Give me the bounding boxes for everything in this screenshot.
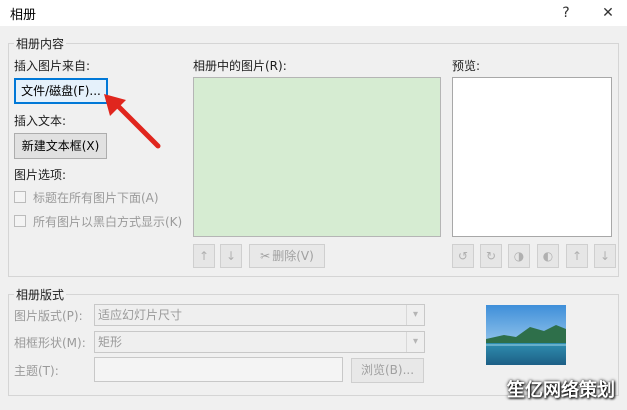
- album-content-group-label: 相册内容: [14, 35, 67, 52]
- album-layout-group-label: 相册版式: [14, 286, 67, 303]
- contrast-up-icon: ◑: [513, 249, 525, 263]
- file-disk-button[interactable]: 文件/磁盘(F)...: [14, 78, 108, 104]
- caption-below-checkbox[interactable]: [14, 191, 26, 203]
- landscape-image: [486, 305, 566, 365]
- close-icon: ✕: [602, 5, 614, 21]
- pictures-in-album-label: 相册中的图片(R):: [193, 59, 287, 73]
- remove-button[interactable]: ✂ 删除(V): [249, 244, 325, 268]
- window-title: 相册: [10, 8, 37, 23]
- pictures-in-album-list[interactable]: [193, 77, 441, 237]
- preview-label: 预览:: [452, 59, 481, 73]
- rotate-left-icon: ↺: [457, 249, 469, 263]
- insert-text-label: 插入文本:: [14, 114, 67, 128]
- close-button[interactable]: ✕: [594, 0, 622, 26]
- up-arrow-icon: ↑: [198, 249, 210, 263]
- title-bar: [0, 0, 627, 26]
- brightness-down-button[interactable]: ↓: [594, 244, 616, 268]
- preview-pane: [452, 77, 612, 237]
- watermark-text: 笙亿网络策划: [507, 380, 615, 401]
- move-up-button[interactable]: ↑: [193, 244, 215, 268]
- rotate-right-icon: ↻: [485, 249, 497, 263]
- picture-layout-value: 适应幻灯片尺寸: [98, 308, 183, 322]
- layout-preview-thumbnail: [486, 305, 566, 365]
- move-down-button[interactable]: ↓: [220, 244, 242, 268]
- browse-button[interactable]: 浏览(B)...: [351, 358, 424, 383]
- rotate-right-button[interactable]: ↻: [480, 244, 502, 268]
- picture-options-label: 图片选项:: [14, 168, 67, 182]
- frame-shape-label: 相框形状(M):: [14, 336, 86, 350]
- caption-below-label: 标题在所有图片下面(A): [33, 191, 159, 205]
- frame-shape-value: 矩形: [98, 335, 123, 349]
- brightness-up-icon: ↑: [571, 249, 583, 263]
- new-textbox-button[interactable]: 新建文本框(X): [14, 133, 107, 159]
- picture-layout-select[interactable]: 适应幻灯片尺寸 ▾: [94, 304, 425, 326]
- contrast-down-icon: ◐: [542, 249, 554, 263]
- contrast-down-button[interactable]: ◐: [537, 244, 559, 268]
- remove-button-label: 删除(V): [272, 249, 314, 263]
- red-arrow-annotation: [104, 94, 161, 149]
- contrast-up-button[interactable]: ◑: [508, 244, 530, 268]
- chevron-down-icon: ▾: [406, 305, 424, 325]
- remove-icon: ✂: [260, 249, 271, 263]
- brightness-down-icon: ↓: [599, 249, 611, 263]
- picture-layout-label: 图片版式(P):: [14, 309, 83, 323]
- theme-label: 主题(T):: [14, 364, 59, 378]
- black-white-label: 所有图片以黑白方式显示(K): [33, 215, 183, 229]
- help-button[interactable]: ?: [552, 0, 580, 26]
- black-white-checkbox[interactable]: [14, 215, 26, 227]
- frame-shape-select[interactable]: 矩形 ▾: [94, 331, 425, 353]
- rotate-left-button[interactable]: ↺: [452, 244, 474, 268]
- insert-picture-from-label: 插入图片来自:: [14, 59, 91, 73]
- chevron-down-icon: ▾: [406, 332, 424, 352]
- theme-input[interactable]: [94, 357, 343, 382]
- brightness-up-button[interactable]: ↑: [566, 244, 588, 268]
- down-arrow-icon: ↓: [225, 249, 237, 263]
